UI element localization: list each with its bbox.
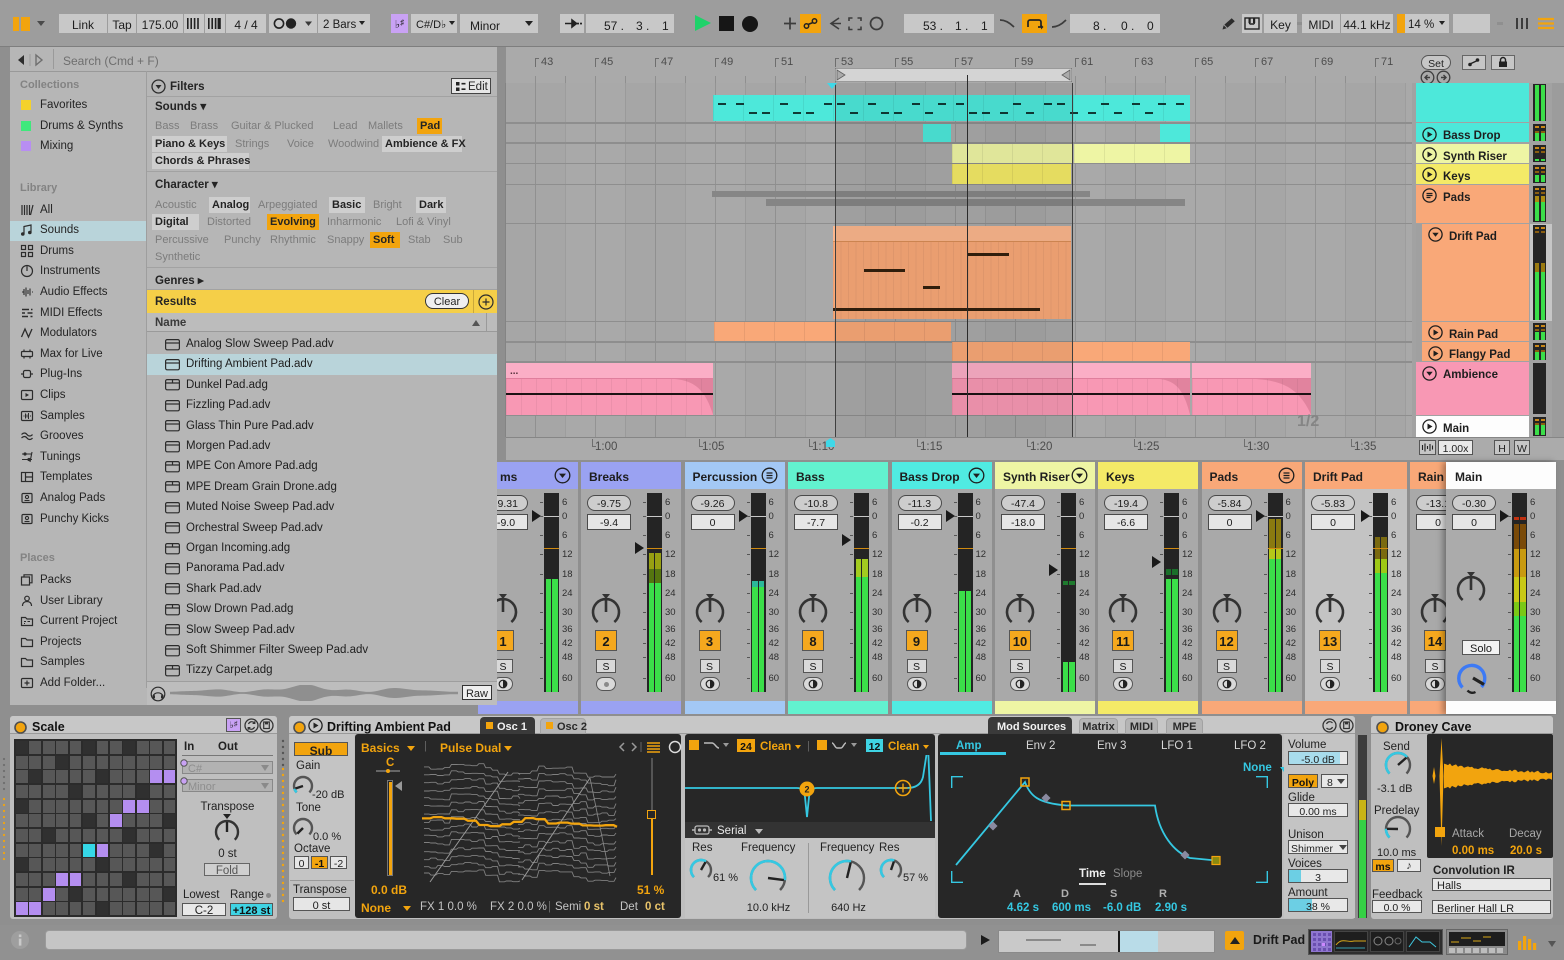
svg-text:2: 2 [804,785,809,795]
